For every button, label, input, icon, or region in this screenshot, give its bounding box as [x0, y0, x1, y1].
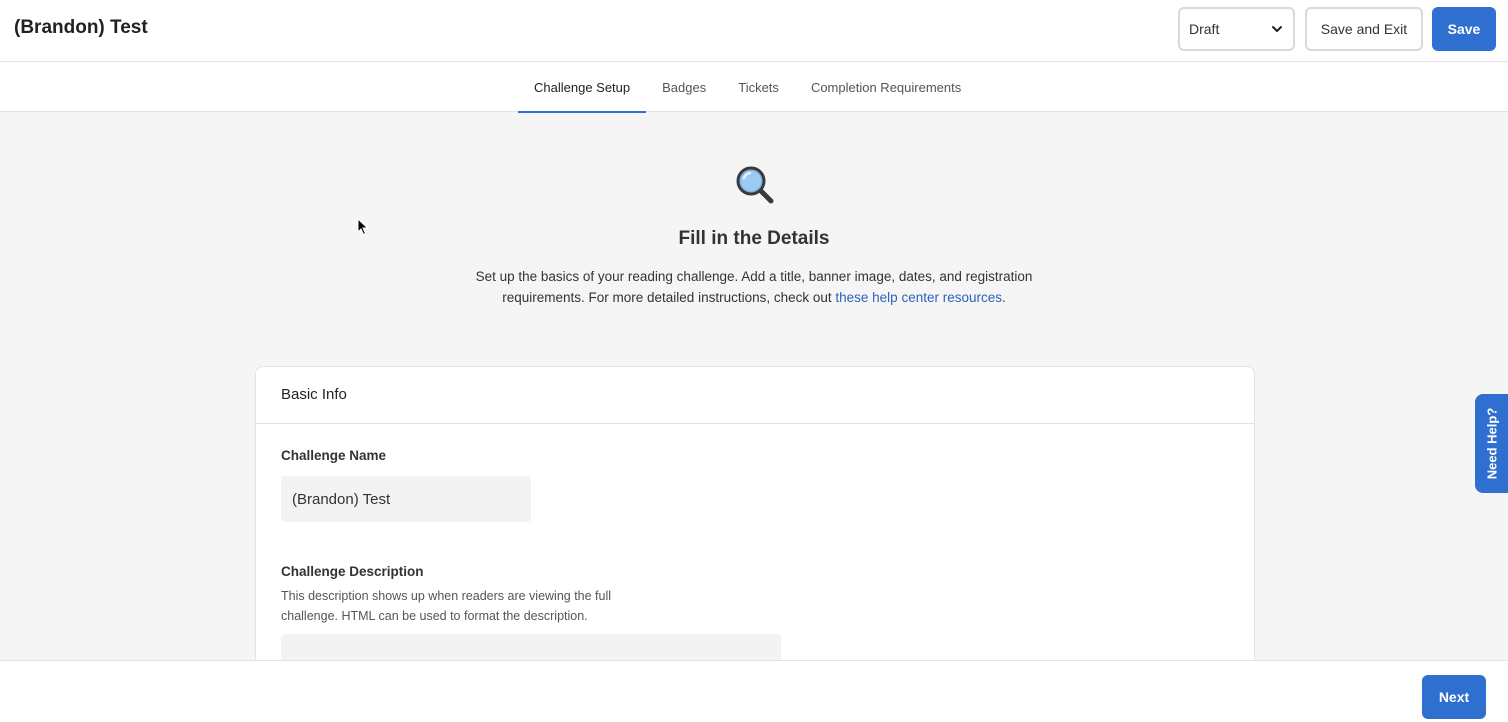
- challenge-description-help: This description shows up when readers a…: [281, 589, 612, 623]
- challenge-name-input[interactable]: [281, 476, 531, 522]
- status-dropdown-value: Draft: [1189, 21, 1220, 37]
- help-center-link[interactable]: these help center resources: [835, 290, 1002, 305]
- next-button[interactable]: Next: [1422, 675, 1486, 719]
- mouse-cursor-icon: [357, 218, 369, 236]
- magnifying-glass-icon: [736, 166, 774, 204]
- status-dropdown[interactable]: Draft: [1178, 7, 1295, 51]
- basic-info-card: Basic Info Challenge Name Challenge Desc…: [255, 366, 1255, 674]
- top-header: (Brandon) Test Draft Save and Exit Save: [0, 0, 1508, 62]
- need-help-label: Need Help?: [1484, 407, 1500, 480]
- challenge-name-label: Challenge Name: [281, 448, 387, 463]
- tabs: Challenge Setup Badges Tickets Completio…: [518, 62, 977, 113]
- save-button[interactable]: Save: [1432, 7, 1496, 51]
- save-and-exit-button[interactable]: Save and Exit: [1305, 7, 1423, 51]
- tab-completion-requirements[interactable]: Completion Requirements: [795, 62, 977, 112]
- app-root: (Brandon) Test Draft Save and Exit Save …: [0, 0, 1508, 722]
- tab-bar: Challenge Setup Badges Tickets Completio…: [0, 62, 1508, 113]
- basic-info-title: Basic Info: [256, 367, 1254, 424]
- footer-bar: Next: [0, 660, 1508, 722]
- hero-text-after-link: .: [1002, 290, 1006, 305]
- tab-tickets[interactable]: Tickets: [722, 62, 795, 112]
- hero-description: Set up the basics of your reading challe…: [454, 266, 1054, 308]
- tab-badges[interactable]: Badges: [646, 62, 722, 112]
- challenge-description-label: Challenge Description: [281, 564, 424, 579]
- page-title: (Brandon) Test: [14, 17, 148, 38]
- chevron-down-icon: [1272, 26, 1282, 32]
- tab-challenge-setup[interactable]: Challenge Setup: [518, 62, 647, 113]
- need-help-tab[interactable]: Need Help?: [1475, 394, 1508, 493]
- hero-heading: Fill in the Details: [678, 228, 830, 249]
